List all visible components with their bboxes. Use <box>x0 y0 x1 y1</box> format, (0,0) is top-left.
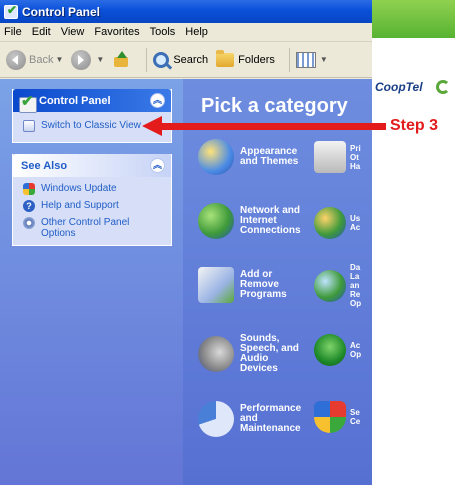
category-add-or-remove-programs[interactable]: Add or Remove Programs <box>198 267 304 303</box>
control-panel-window: ✔ Control Panel File Edit View Favorites… <box>0 0 372 485</box>
appearance-icon <box>198 139 234 175</box>
category-label: Add or Remove Programs <box>240 269 287 300</box>
see-also-box-header[interactable]: See Also ︽ <box>13 154 171 177</box>
category-date-language-partial[interactable]: Da La an Re Op <box>314 263 362 308</box>
page-title: Pick a category <box>201 95 348 117</box>
category-label: Appearance and Themes <box>240 146 299 167</box>
brand-bar <box>372 0 455 38</box>
back-label: Back <box>29 53 54 66</box>
forward-arrow-icon <box>71 49 92 70</box>
title-bar[interactable]: ✔ Control Panel <box>0 0 372 23</box>
back-button[interactable]: Back ▼ <box>6 49 63 70</box>
classic-view-icon <box>23 120 35 132</box>
category-sounds-speech-audio[interactable]: Sounds, Speech, and Audio Devices <box>198 334 304 374</box>
accessibility-icon <box>314 334 346 366</box>
help-icon: ? <box>23 200 35 212</box>
step-label: Step 3 <box>390 117 439 134</box>
printer-icon <box>314 141 346 173</box>
control-panel-icon <box>17 92 39 114</box>
toolbar-separator <box>288 47 290 72</box>
category-appearance-and-themes[interactable]: Appearance and Themes <box>198 139 304 175</box>
speaker-music-icon <box>198 336 234 372</box>
menu-help[interactable]: Help <box>185 26 208 38</box>
shield-icon <box>314 401 346 433</box>
up-button[interactable] <box>112 50 132 69</box>
search-icon <box>153 51 170 68</box>
category-label: Pri Ot Ha <box>350 143 361 171</box>
network-globe-icon <box>198 203 234 239</box>
forward-dropdown-icon[interactable]: ▼ <box>96 55 104 64</box>
category-network-and-internet[interactable]: Network and Internet Connections <box>198 203 304 239</box>
back-dropdown-icon[interactable]: ▼ <box>55 55 63 64</box>
collapse-chevron-icon[interactable]: ︽ <box>150 158 165 173</box>
category-label: Sounds, Speech, and Audio Devices <box>240 333 299 374</box>
menu-tools[interactable]: Tools <box>150 26 176 38</box>
windows-update-link[interactable]: Windows Update <box>13 177 171 197</box>
users-icon <box>314 207 346 239</box>
menu-edit[interactable]: Edit <box>32 26 51 38</box>
control-panel-icon: ✔ <box>4 3 18 19</box>
forward-button[interactable]: ▼ <box>71 49 104 70</box>
help-and-support-link[interactable]: ? Help and Support <box>13 197 171 214</box>
switch-to-classic-view-label: Switch to Classic View <box>41 120 141 131</box>
calendar-globe-icon <box>314 269 346 302</box>
gear-icon <box>23 217 35 229</box>
category-label: Us Ac <box>350 214 361 232</box>
programs-box-icon <box>198 267 234 303</box>
brand-logo: CoopTel <box>375 80 423 94</box>
menu-file[interactable]: File <box>4 26 22 38</box>
folder-up-icon <box>112 50 130 69</box>
other-control-panel-options-link[interactable]: Other Control Panel Options <box>13 214 171 241</box>
control-panel-box-header[interactable]: Control Panel ︽ <box>13 89 171 114</box>
category-label: Performance and Maintenance <box>240 403 302 434</box>
search-label: Search <box>173 53 209 66</box>
toolbar-separator <box>146 47 148 72</box>
refresh-arrows-icon <box>436 80 450 94</box>
back-arrow-icon <box>6 49 26 70</box>
other-control-panel-options-label: Other Control Panel Options <box>41 217 130 239</box>
window-title: Control Panel <box>22 4 101 19</box>
views-button[interactable]: ▼ <box>295 51 328 68</box>
control-panel-box-title: Control Panel <box>39 94 111 107</box>
category-printers-partial[interactable]: Pri Ot Ha <box>314 141 362 173</box>
folders-button[interactable]: Folders <box>216 49 275 67</box>
category-label: Ac Op <box>350 341 362 359</box>
windows-update-icon <box>23 183 35 195</box>
menu-view[interactable]: View <box>61 26 85 38</box>
pie-chart-icon <box>198 401 234 437</box>
toolbar: Back ▼ ▼ Search Folders ▼ <box>0 42 372 78</box>
search-button[interactable]: Search <box>153 51 209 68</box>
menu-bar: File Edit View Favorites Tools Help <box>0 23 372 42</box>
task-pane: Control Panel ︽ Switch to Classic View S… <box>0 79 183 485</box>
windows-update-label: Windows Update <box>41 183 117 194</box>
category-security-center-partial[interactable]: Se Ce <box>314 401 362 433</box>
collapse-chevron-icon[interactable]: ︽ <box>150 93 165 108</box>
annotation-arrow-head-icon <box>142 116 162 136</box>
views-dropdown-icon[interactable]: ▼ <box>320 55 328 64</box>
see-also-title: See Also <box>21 159 68 172</box>
help-and-support-label: Help and Support <box>41 200 119 211</box>
views-icon <box>295 51 316 68</box>
folders-icon <box>216 49 235 67</box>
category-label: Da La an Re Op <box>350 263 362 308</box>
category-label: Se Ce <box>350 408 361 426</box>
category-performance-and-maintenance[interactable]: Performance and Maintenance <box>198 401 304 437</box>
annotation-arrow <box>158 123 386 130</box>
see-also-box: See Also ︽ Windows Update ? Help and Sup… <box>12 154 172 246</box>
menu-favorites[interactable]: Favorites <box>94 26 139 38</box>
folders-label: Folders <box>238 53 275 66</box>
category-label: Network and Internet Connections <box>240 205 301 236</box>
category-pane: Pick a category Appearance and Themes Ne… <box>183 79 372 485</box>
category-user-accounts-partial[interactable]: Us Ac <box>314 207 362 239</box>
category-accessibility-partial[interactable]: Ac Op <box>314 334 362 366</box>
